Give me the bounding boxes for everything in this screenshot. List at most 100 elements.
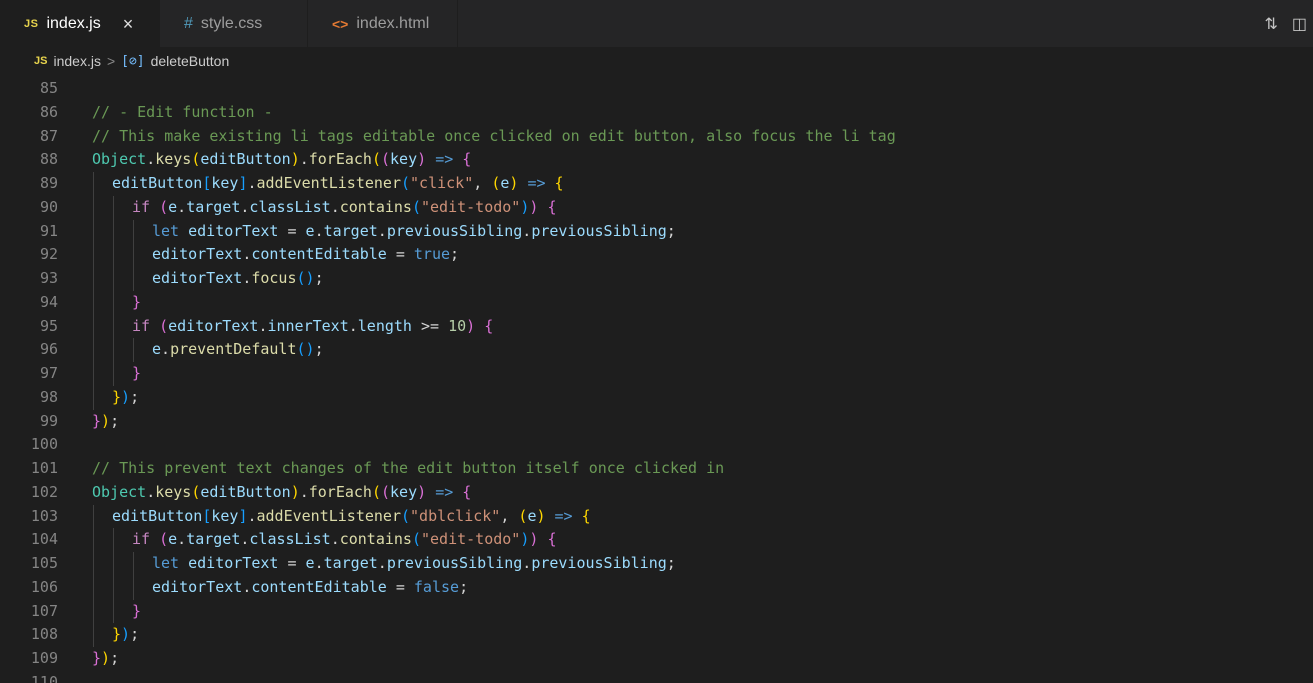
code-token: key (211, 174, 239, 192)
line-number: 99 (39, 411, 58, 430)
code-token: if (132, 197, 151, 216)
code-token: ; (110, 649, 120, 667)
indent-guide (93, 290, 94, 315)
code-line[interactable]: 90 if (e.target.classList.contains("edit-… (0, 195, 1313, 220)
code-line[interactable]: 105 let editorText = e.target.previousSib… (0, 552, 1313, 576)
code-token: , (473, 174, 492, 192)
code-line[interactable]: 102 Object.keys(editButton).forEach((key)… (0, 481, 1313, 505)
line-number: 100 (30, 435, 58, 454)
code-token: => (554, 506, 573, 525)
code-token: ( (491, 174, 501, 192)
tab-index-js[interactable]: JS index.js × (0, 0, 160, 47)
code-token: editorText (188, 221, 279, 240)
code-token: => (527, 174, 546, 192)
tab-style-css[interactable]: # style.css (160, 0, 308, 47)
indent-guide (93, 623, 94, 647)
editor-actions: ⇅ ◫ (1264, 0, 1313, 47)
code-line[interactable]: 93 editorText.focus(); (0, 267, 1313, 291)
indent-guide (113, 599, 114, 624)
code-token: ( (159, 316, 169, 335)
code-line[interactable]: 94} (0, 290, 1313, 315)
line-code: editorText.focus(); (152, 267, 324, 291)
indent-guide (113, 338, 114, 362)
code-token: ( (159, 197, 169, 216)
code-editor[interactable]: 85 86 // - Edit function - 87 // This make e… (0, 77, 1313, 683)
code-token: >= (411, 316, 449, 335)
indent-guide (93, 385, 94, 410)
line-code: Object.keys(editButton).forEach((key) =>… (92, 481, 471, 505)
code-line[interactable]: 88 Object.keys(editButton).forEach((key) … (0, 148, 1313, 172)
code-token: ) (536, 506, 546, 525)
line-code: } (132, 291, 141, 315)
line-number: 87 (39, 126, 58, 145)
indent-guide (113, 267, 114, 291)
line-code: let editorText = e.target.previousSiblin… (152, 552, 676, 576)
code-line[interactable]: 99}); (0, 410, 1313, 434)
indent-guide (133, 219, 134, 244)
close-tab-icon[interactable]: × (123, 14, 134, 35)
line-number: 89 (39, 174, 58, 192)
code-token: { (462, 150, 472, 169)
code-token: ) (290, 482, 300, 501)
code-token: if (132, 316, 151, 335)
code-line[interactable]: 87 // This make existing li tags editable… (0, 125, 1313, 149)
line-number: 86 (39, 102, 58, 121)
code-line[interactable]: 89 editButton[key].addEventListener("clic… (0, 172, 1313, 196)
code-line[interactable]: 96 e.preventDefault(); (0, 338, 1313, 362)
code-token: . (247, 174, 257, 192)
code-token: . (314, 221, 324, 240)
code-line[interactable]: 86 // - Edit function - (0, 101, 1313, 125)
code-token: let (152, 221, 180, 240)
code-line[interactable]: 106 editorText.contentEditable = false; (0, 575, 1313, 600)
indent-guide (93, 195, 94, 220)
code-token: if (132, 530, 151, 549)
line-code: }); (92, 410, 119, 434)
line-code: }); (112, 623, 139, 647)
indent-guide (93, 528, 94, 552)
tab-label: index.html (356, 14, 430, 32)
code-token: target (186, 530, 241, 549)
javascript-file-icon: JS (24, 18, 39, 30)
tab-index-html[interactable]: <> index.html (308, 0, 458, 47)
code-line[interactable]: 100 (0, 433, 1313, 457)
code-line[interactable]: 110 (0, 671, 1313, 683)
code-line[interactable]: 85 (0, 77, 1313, 101)
code-line[interactable]: 97} (0, 362, 1313, 386)
code-line[interactable]: 103 editButton[key].addEventListener("dbl… (0, 504, 1313, 529)
code-token: Object (92, 150, 147, 169)
code-line[interactable]: 109}); (0, 647, 1313, 671)
code-line[interactable]: 91 let editorText = e.target.previousSibl… (0, 219, 1313, 244)
line-code: if (e.target.classList.contains("edit-to… (132, 196, 556, 220)
code-token: = (278, 554, 306, 572)
code-line[interactable]: 108}); (0, 623, 1313, 647)
code-line[interactable]: 104 if (e.target.classList.contains("edit… (0, 528, 1313, 552)
open-changes-icon[interactable]: ⇅ (1264, 14, 1277, 34)
code-line[interactable]: 98}); (0, 385, 1313, 410)
code-token: ( (401, 174, 411, 192)
code-token: ) (101, 649, 111, 667)
code-line[interactable]: 107} (0, 599, 1313, 624)
line-code: } (132, 362, 141, 386)
code-token: ; (130, 387, 140, 406)
indent-guide (113, 195, 114, 220)
split-editor-icon[interactable]: ◫ (1292, 14, 1307, 34)
code-token: = (386, 245, 414, 264)
code-token: ; (666, 554, 676, 572)
code-line[interactable]: 95 if (editorText.innerText.length >= 10)… (0, 314, 1313, 339)
code-token: let (152, 554, 180, 572)
breadcrumb-symbol[interactable]: deleteButton (151, 53, 230, 69)
indent-guide (113, 552, 114, 576)
code-token: contains (339, 197, 412, 216)
code-line[interactable]: 101 // This prevent text changes of the e… (0, 457, 1313, 481)
indent-guide (93, 267, 94, 291)
code-line[interactable]: 92 editorText.contentEditable = true; (0, 243, 1313, 267)
code-token: . (161, 340, 171, 359)
breadcrumb-file[interactable]: index.js (53, 53, 100, 69)
code-token: () (296, 269, 315, 287)
code-token: classList (249, 197, 331, 216)
